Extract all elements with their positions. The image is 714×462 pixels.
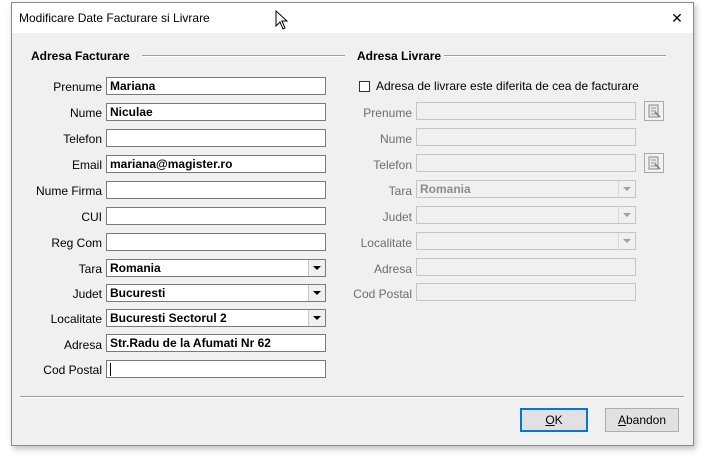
address-book-icon	[648, 156, 661, 170]
shipping-tara-value: Romania	[420, 182, 471, 196]
ok-button-label: K	[554, 413, 563, 427]
shipping-localitate-select[interactable]	[416, 232, 636, 250]
shipping-cod-postal-label: Cod Postal	[353, 287, 412, 301]
billing-judet-value: Bucuresti	[110, 286, 166, 300]
billing-prenume-label: Prenume	[53, 80, 102, 94]
billing-section-title: Adresa Facturare	[31, 49, 130, 63]
shipping-tara-label: Tara	[388, 184, 412, 198]
billing-telefon-input[interactable]	[106, 129, 326, 147]
shipping-adresa-input[interactable]	[416, 258, 636, 276]
shipping-adresa-label: Adresa	[373, 262, 412, 276]
billing-cui-label: CUI	[81, 210, 102, 224]
billing-nume-firma-input[interactable]	[106, 181, 326, 199]
billing-tara-label: Tara	[78, 262, 102, 276]
chevron-down-icon[interactable]	[618, 207, 635, 223]
footer-divider	[20, 396, 684, 398]
abandon-button[interactable]: Abandon	[605, 408, 679, 432]
billing-reg-com-label: Reg Com	[51, 236, 102, 250]
text-caret	[110, 363, 111, 377]
shipping-nume-input[interactable]	[416, 128, 636, 146]
billing-localitate-label: Localitate	[50, 312, 102, 326]
dialog-window: Modificare Date Facturare si Livrare ✕ A…	[11, 2, 694, 446]
shipping-nume-label: Nume	[379, 132, 412, 146]
address-book-icon	[648, 104, 661, 118]
billing-telefon-label: Telefon	[63, 132, 102, 146]
shipping-tara-select[interactable]: Romania	[416, 180, 636, 198]
billing-adresa-label: Adresa	[63, 338, 102, 352]
shipping-different-label[interactable]: Adresa de livrare este diferita de cea d…	[376, 79, 639, 93]
shipping-section-divider	[444, 55, 666, 57]
shipping-prenume-picker-button[interactable]	[644, 101, 664, 121]
abandon-button-label: bandon	[625, 413, 667, 427]
billing-nume-label: Nume	[69, 106, 102, 120]
chevron-down-icon[interactable]	[618, 233, 635, 249]
billing-email-input[interactable]: mariana@magister.ro	[106, 155, 326, 173]
shipping-telefon-picker-button[interactable]	[644, 153, 664, 173]
shipping-localitate-label: Localitate	[360, 236, 412, 250]
shipping-telefon-label: Telefon	[373, 158, 412, 172]
billing-prenume-input[interactable]: Mariana	[106, 77, 326, 95]
ok-button-accel: O	[545, 413, 555, 427]
shipping-judet-select[interactable]	[416, 206, 636, 224]
billing-cod-postal-label: Cod Postal	[43, 363, 102, 377]
shipping-prenume-label: Prenume	[363, 106, 412, 120]
billing-cui-input[interactable]	[106, 207, 326, 225]
billing-localitate-select[interactable]: Bucuresti Sectorul 2	[106, 309, 326, 327]
billing-section-divider	[142, 55, 345, 57]
billing-localitate-value: Bucuresti Sectorul 2	[110, 311, 227, 325]
abandon-button-accel: A	[617, 413, 626, 427]
title-bar: Modificare Date Facturare si Livrare ✕	[12, 3, 693, 33]
chevron-down-icon[interactable]	[618, 181, 635, 197]
billing-tara-value: Romania	[110, 261, 161, 275]
billing-nume-firma-label: Nume Firma	[35, 184, 102, 198]
shipping-prenume-input[interactable]	[416, 102, 636, 120]
billing-tara-select[interactable]: Romania	[106, 259, 326, 277]
billing-reg-com-input[interactable]	[106, 233, 326, 251]
mouse-cursor-icon	[275, 10, 289, 30]
billing-judet-select[interactable]: Bucuresti	[106, 284, 326, 302]
billing-cod-postal-input[interactable]	[106, 360, 326, 378]
shipping-section-title: Adresa Livrare	[357, 49, 442, 63]
shipping-judet-label: Judet	[382, 210, 412, 224]
billing-email-label: Email	[71, 158, 102, 172]
shipping-cod-postal-input[interactable]	[416, 283, 636, 301]
billing-adresa-input[interactable]: Str.Radu de la Afumati Nr 62	[106, 334, 326, 352]
chevron-down-icon[interactable]	[308, 310, 325, 326]
billing-nume-input[interactable]: Niculae	[106, 103, 326, 121]
close-icon[interactable]: ✕	[667, 8, 687, 28]
shipping-telefon-input[interactable]	[416, 154, 636, 172]
billing-judet-label: Judet	[72, 287, 102, 301]
ok-button[interactable]: OK	[520, 408, 588, 432]
shipping-different-checkbox[interactable]	[359, 81, 370, 92]
window-title: Modificare Date Facturare si Livrare	[19, 11, 210, 25]
